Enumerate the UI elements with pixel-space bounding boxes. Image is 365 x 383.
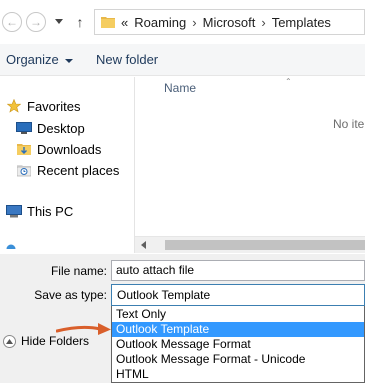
recent-locations-button[interactable] [53, 12, 65, 32]
hide-folders-button[interactable]: Hide Folders [3, 334, 89, 348]
forward-arrow-icon: → [30, 15, 42, 29]
breadcrumb-templates[interactable]: Templates [272, 15, 331, 30]
nav-item-recent-places-label: Recent places [37, 162, 120, 178]
recent-places-icon [16, 163, 32, 177]
nav-item-downloads-label: Downloads [37, 141, 102, 157]
breadcrumb-separator-icon[interactable]: › [261, 15, 265, 30]
star-icon [6, 99, 22, 113]
network-icon [6, 242, 16, 249]
address-row: ← → ↑ « Roaming › Microsoft › Templates [0, 0, 365, 44]
navigation-pane: Favorites Desktop Downloads Recent place… [0, 77, 134, 249]
empty-folder-message: No ite [333, 117, 365, 131]
nav-item-downloads[interactable]: Downloads [16, 140, 101, 158]
up-arrow-icon: ↑ [76, 14, 84, 30]
sort-indicator-icon: ⌃ [285, 77, 292, 86]
back-arrow-icon: ← [6, 15, 18, 29]
annotation-arrow-icon [56, 323, 111, 335]
nav-favorites-label: Favorites [27, 98, 81, 114]
file-name-label: File name: [50, 264, 107, 278]
breadcrumb-roaming[interactable]: Roaming [134, 15, 186, 30]
downloads-icon [16, 142, 32, 156]
chevron-down-icon [64, 58, 73, 63]
dropdown-option[interactable]: Outlook Message Format [112, 337, 364, 352]
desktop-icon [16, 121, 32, 135]
dropdown-option-selected[interactable]: Outlook Template [112, 322, 364, 337]
horizontal-scrollbar[interactable] [135, 236, 365, 253]
breadcrumb-microsoft[interactable]: Microsoft [203, 15, 256, 30]
nav-item-this-pc[interactable]: This PC [6, 202, 73, 220]
save-type-dropdown-list: Text Only Outlook Template Outlook Messa… [111, 306, 365, 383]
dropdown-option[interactable]: HTML [112, 367, 364, 382]
column-header-name[interactable]: Name [164, 81, 196, 95]
nav-item-recent-places[interactable]: Recent places [16, 161, 119, 179]
save-as-type-label: Save as type: [34, 288, 107, 302]
nav-favorites[interactable]: Favorites [6, 97, 80, 115]
new-folder-button[interactable]: New folder [96, 52, 158, 67]
computer-icon [6, 204, 22, 218]
forward-button[interactable]: → [26, 12, 46, 32]
scroll-left-icon[interactable] [141, 241, 146, 249]
nav-item-this-pc-label: This PC [27, 203, 74, 219]
command-toolbar: Organize New folder [0, 44, 365, 76]
hide-folders-label: Hide Folders [21, 334, 90, 348]
organize-label: Organize [6, 52, 59, 67]
dropdown-option[interactable]: Text Only [112, 307, 364, 322]
file-name-field[interactable]: auto attach file [111, 260, 365, 281]
breadcrumb-separator-icon[interactable]: › [192, 15, 196, 30]
save-as-type-select[interactable]: Outlook Template [111, 284, 365, 306]
dropdown-option[interactable]: Outlook Message Format - Unicode [112, 352, 364, 367]
chevron-up-icon [3, 334, 16, 348]
file-list: ⌃ Name No ite [135, 77, 365, 237]
back-button[interactable]: ← [2, 12, 22, 32]
nav-item-desktop-label: Desktop [37, 120, 85, 136]
breadcrumb-overflow[interactable]: « [121, 15, 128, 30]
folder-icon [101, 17, 115, 28]
chevron-down-icon [55, 19, 63, 24]
address-bar[interactable]: « Roaming › Microsoft › Templates [94, 9, 365, 35]
scrollbar-thumb[interactable] [165, 240, 365, 250]
up-button[interactable]: ↑ [72, 11, 88, 33]
nav-item-desktop[interactable]: Desktop [16, 119, 85, 137]
organize-button[interactable]: Organize [6, 52, 73, 67]
